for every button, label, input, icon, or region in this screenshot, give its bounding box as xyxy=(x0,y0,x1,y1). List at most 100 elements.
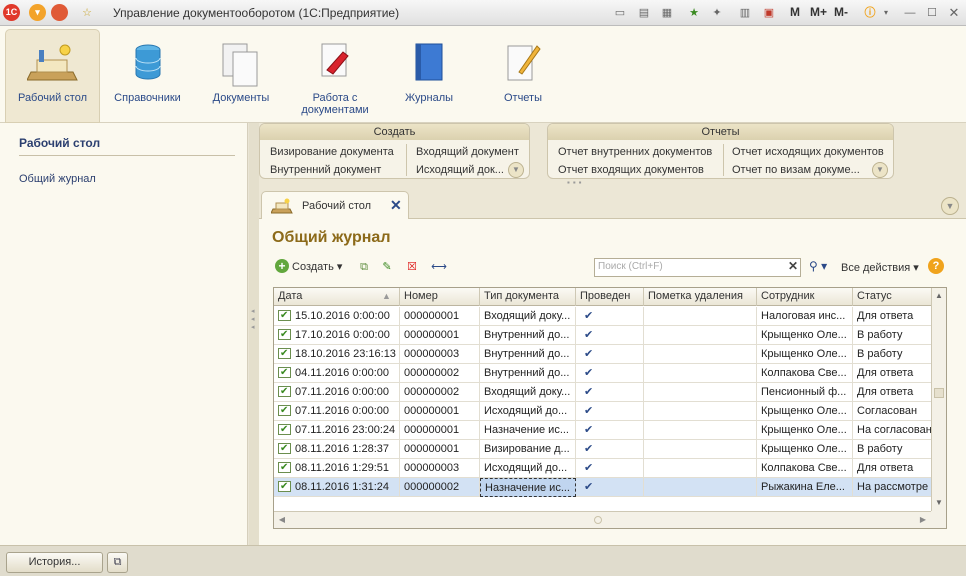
cell-status[interactable]: Для ответа xyxy=(853,307,932,326)
scroll-thumb[interactable] xyxy=(594,516,602,524)
cell-employee[interactable]: Рыжакина Еле... xyxy=(757,478,853,497)
minimize-icon[interactable]: — xyxy=(902,5,918,21)
expand-chevron-icon[interactable]: ▼ xyxy=(508,162,524,178)
cell-status[interactable]: В работу xyxy=(853,440,932,459)
cell-document-type[interactable]: Назначение ис... xyxy=(480,478,576,497)
cell-number[interactable]: 000000001 xyxy=(400,402,480,421)
tab-desktop[interactable]: Рабочий стол ✕ xyxy=(261,191,409,220)
cell-number[interactable]: 000000001 xyxy=(400,307,480,326)
report-internal-link[interactable]: Отчет внутренних документов xyxy=(558,146,712,158)
cell-status[interactable]: Для ответа xyxy=(853,364,932,383)
table-row[interactable]: 07.11.2016 23:00:24 000000001Назначение и… xyxy=(274,421,932,440)
calendar-icon[interactable]: ▣ xyxy=(761,5,777,21)
cell-status[interactable]: В работу xyxy=(853,326,932,345)
cell-status[interactable]: Согласован xyxy=(853,402,932,421)
cell-employee[interactable]: Крыщенко Оле... xyxy=(757,326,853,345)
all-actions-button[interactable]: Все действия ▾ xyxy=(841,261,919,274)
print-icon[interactable]: ▤ xyxy=(636,5,652,21)
vertical-scrollbar[interactable]: ▲ ▼ xyxy=(931,288,946,512)
column-header-date[interactable]: Дата ▲ xyxy=(274,288,400,306)
cell-number[interactable]: 000000003 xyxy=(400,459,480,478)
create-incoming-link[interactable]: Входящий документ xyxy=(416,146,519,158)
cell-document-type[interactable]: Исходящий до... xyxy=(480,402,576,421)
cell-document-type[interactable]: Входящий доку... xyxy=(480,307,576,326)
cell-document-type[interactable]: Входящий доку... xyxy=(480,383,576,402)
column-header-posted[interactable]: Проведен xyxy=(576,288,644,306)
journal-table[interactable]: Дата ▲ Номер Тип документа Проведен Помет… xyxy=(273,287,947,529)
cell-posted[interactable]: ✔ xyxy=(576,364,644,383)
report-incoming-link[interactable]: Отчет входящих документов xyxy=(558,164,704,176)
column-header-deletion-mark[interactable]: Пометка удаления xyxy=(644,288,757,306)
cell-date[interactable]: 18.10.2016 23:16:13 xyxy=(274,345,400,364)
cell-employee[interactable]: Пенсионный ф... xyxy=(757,383,853,402)
copy-icon[interactable]: ⧉ xyxy=(356,259,372,275)
cell-status[interactable]: На согласован xyxy=(853,421,932,440)
cell-posted[interactable]: ✔ xyxy=(576,383,644,402)
section-catalogs[interactable]: Справочники xyxy=(105,30,190,120)
table-row[interactable]: 18.10.2016 23:16:13 000000003Внутренний д… xyxy=(274,345,932,364)
info-icon[interactable]: ⓘ xyxy=(862,5,878,21)
cell-date[interactable]: 08.11.2016 1:28:37 xyxy=(274,440,400,459)
cell-employee[interactable]: Крыщенко Оле... xyxy=(757,345,853,364)
cell-deletion-mark[interactable] xyxy=(644,478,757,497)
cell-date[interactable]: 08.11.2016 1:31:24 xyxy=(274,478,400,497)
save-icon[interactable]: ▭ xyxy=(612,5,628,21)
cell-deletion-mark[interactable] xyxy=(644,345,757,364)
create-visa-link[interactable]: Визирование документа xyxy=(270,146,394,158)
cell-posted[interactable]: ✔ xyxy=(576,440,644,459)
cell-employee[interactable]: Крыщенко Оле... xyxy=(757,421,853,440)
cell-deletion-mark[interactable] xyxy=(644,421,757,440)
create-button[interactable]: + Создать ▾ xyxy=(275,259,342,273)
table-row[interactable]: 17.10.2016 0:00:00 000000001Внутренний до… xyxy=(274,326,932,345)
history-button[interactable]: История... xyxy=(6,552,103,573)
cell-number[interactable]: 000000002 xyxy=(400,383,480,402)
table-row[interactable]: 04.11.2016 0:00:00 000000002Внутренний до… xyxy=(274,364,932,383)
column-header-status[interactable]: Статус xyxy=(853,288,932,306)
column-header-number[interactable]: Номер xyxy=(400,288,480,306)
scroll-thumb[interactable] xyxy=(934,388,944,398)
table-row[interactable]: 07.11.2016 0:00:00 000000002Входящий доку… xyxy=(274,383,932,402)
main-menu-icon[interactable]: ▾ xyxy=(29,4,46,21)
edit-pencil-icon[interactable]: ✎ xyxy=(379,259,395,275)
cell-date[interactable]: 17.10.2016 0:00:00 xyxy=(274,326,400,345)
search-icon[interactable]: ⚲ ▾ xyxy=(809,259,827,273)
table-row[interactable]: 15.10.2016 0:00:00 000000001Входящий доку… xyxy=(274,307,932,326)
preview-icon[interactable]: ▦ xyxy=(659,5,675,21)
bookmark-icon[interactable]: ✦ xyxy=(709,5,725,21)
close-icon[interactable]: ✕ xyxy=(946,5,962,21)
section-work-with-documents[interactable]: Работа с документами xyxy=(290,30,380,120)
panel-splitter[interactable]: ◂ ◂ ◂ xyxy=(249,123,259,545)
column-header-type[interactable]: Тип документа xyxy=(480,288,576,306)
table-row[interactable]: 08.11.2016 1:31:24 000000002Назначение ис… xyxy=(274,478,932,497)
info-dropdown-icon[interactable]: ▾ xyxy=(878,5,894,21)
cell-deletion-mark[interactable] xyxy=(644,440,757,459)
cell-employee[interactable]: Колпакова Све... xyxy=(757,459,853,478)
cell-employee[interactable]: Налоговая инс... xyxy=(757,307,853,326)
cell-document-type[interactable]: Визирование д... xyxy=(480,440,576,459)
cell-deletion-mark[interactable] xyxy=(644,383,757,402)
create-outgoing-link[interactable]: Исходящий док... xyxy=(416,164,504,176)
section-journals[interactable]: Журналы xyxy=(393,30,465,120)
structure-icon[interactable]: ⟷ xyxy=(431,259,447,275)
column-header-employee[interactable]: Сотрудник xyxy=(757,288,853,306)
tabs-menu-chevron-icon[interactable]: ▼ xyxy=(941,197,959,215)
section-documents[interactable]: Документы xyxy=(200,30,282,120)
search-input[interactable]: Поиск (Ctrl+F) xyxy=(594,258,801,277)
cell-status[interactable]: Для ответа xyxy=(853,459,932,478)
cell-date[interactable]: 07.11.2016 0:00:00 xyxy=(274,383,400,402)
cell-document-type[interactable]: Назначение ис... xyxy=(480,421,576,440)
section-desktop[interactable]: Рабочий стол xyxy=(5,29,100,123)
cell-number[interactable]: 000000002 xyxy=(400,478,480,497)
report-visas-link[interactable]: Отчет по визам докуме... xyxy=(732,164,860,176)
cell-number[interactable]: 000000002 xyxy=(400,364,480,383)
cell-posted[interactable]: ✔ xyxy=(576,459,644,478)
windows-icon[interactable]: ⧉ xyxy=(107,552,128,573)
cell-document-type[interactable]: Внутренний до... xyxy=(480,345,576,364)
clear-search-icon[interactable]: ✕ xyxy=(786,259,800,273)
delete-mark-icon[interactable]: ☒ xyxy=(404,259,420,275)
resize-grip-icon[interactable]: ▪▪▪ xyxy=(567,178,585,187)
cell-document-type[interactable]: Исходящий до... xyxy=(480,459,576,478)
cell-posted[interactable]: ✔ xyxy=(576,402,644,421)
cell-number[interactable]: 000000003 xyxy=(400,345,480,364)
memory-minus-button[interactable]: M- xyxy=(834,5,848,19)
